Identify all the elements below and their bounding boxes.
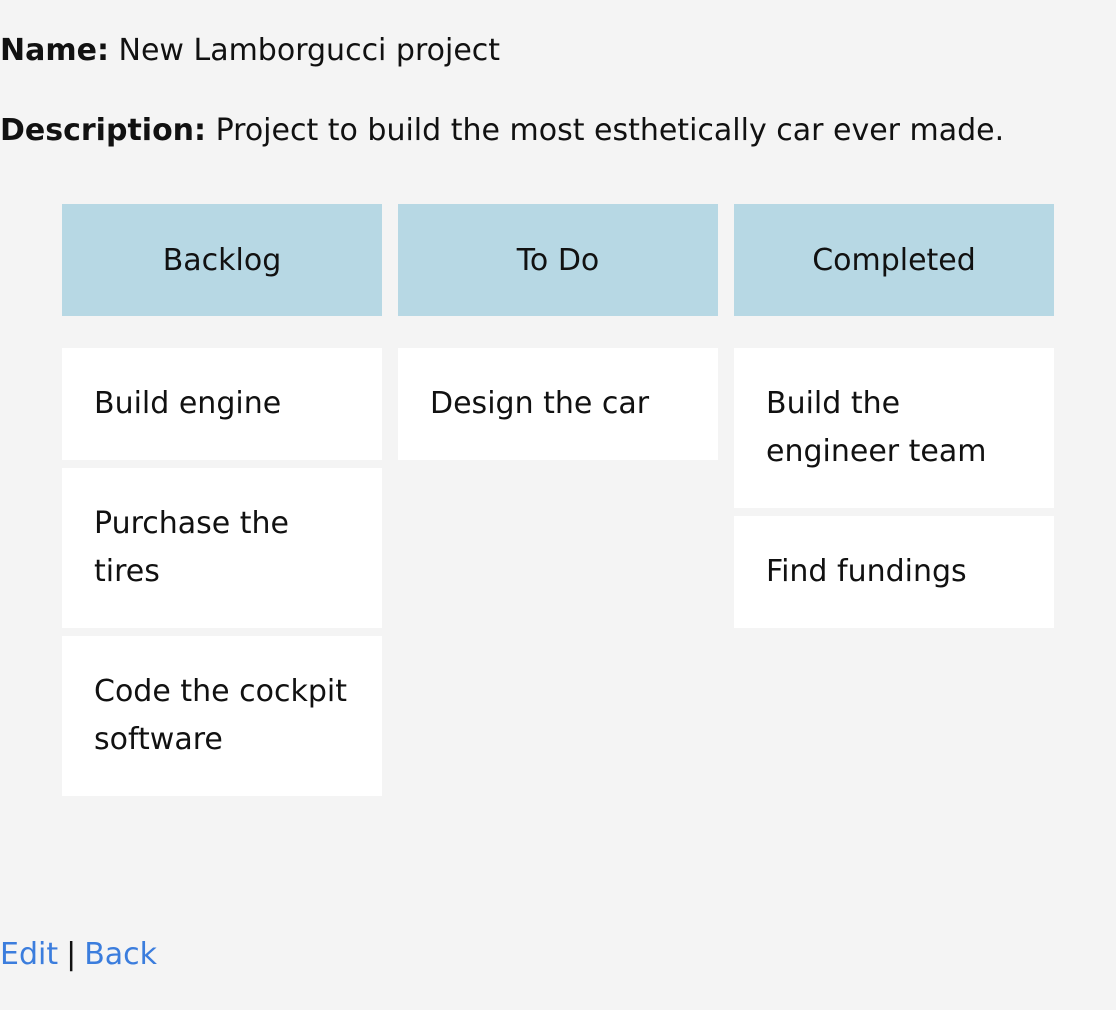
task-card[interactable]: Build engine bbox=[62, 348, 382, 460]
column-completed: Completed Build the engineer team Find f… bbox=[734, 204, 1054, 628]
column-todo: To Do Design the car bbox=[398, 204, 718, 460]
task-card[interactable]: Design the car bbox=[398, 348, 718, 460]
kanban-board: Backlog Build engine Purchase the tires … bbox=[62, 204, 1054, 796]
column-header-todo: To Do bbox=[398, 204, 718, 316]
column-cards-todo: Design the car bbox=[398, 348, 718, 460]
column-header-completed: Completed bbox=[734, 204, 1054, 316]
footer-links: Edit | Back bbox=[0, 935, 157, 975]
back-link[interactable]: Back bbox=[84, 937, 157, 972]
project-description-value: Project to build the most esthetically c… bbox=[215, 113, 1005, 148]
task-card[interactable]: Build the engineer team bbox=[734, 348, 1054, 508]
link-separator: | bbox=[66, 937, 77, 972]
column-header-backlog: Backlog bbox=[62, 204, 382, 316]
task-card[interactable]: Code the cockpit software bbox=[62, 636, 382, 796]
project-name-line: Name: New Lamborgucci project bbox=[0, 31, 500, 71]
task-card[interactable]: Purchase the tires bbox=[62, 468, 382, 628]
column-cards-backlog: Build engine Purchase the tires Code the… bbox=[62, 348, 382, 796]
task-card[interactable]: Find fundings bbox=[734, 516, 1054, 628]
column-backlog: Backlog Build engine Purchase the tires … bbox=[62, 204, 382, 796]
edit-link[interactable]: Edit bbox=[0, 937, 58, 972]
column-cards-completed: Build the engineer team Find fundings bbox=[734, 348, 1054, 628]
project-description-label: Description: bbox=[0, 113, 207, 148]
project-description-line: Description: Project to build the most e… bbox=[0, 111, 1004, 151]
project-name-value: New Lamborgucci project bbox=[118, 33, 501, 68]
project-name-label: Name: bbox=[0, 33, 109, 68]
